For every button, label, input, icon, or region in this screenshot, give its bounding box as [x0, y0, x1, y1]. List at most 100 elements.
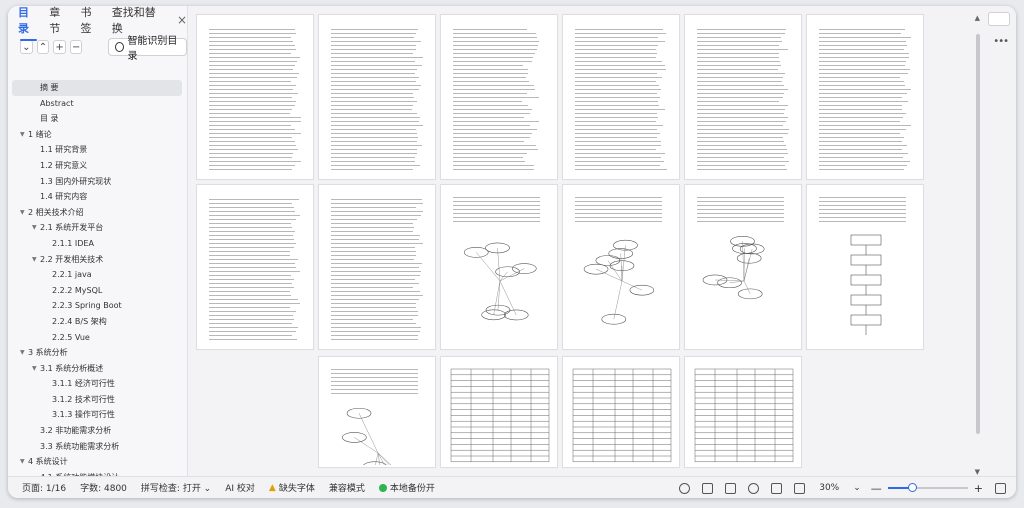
toc-item[interactable]: 2.2.1 java	[12, 267, 182, 283]
toc-item[interactable]: 2.2.4 B/S 架构	[12, 314, 182, 330]
spell-check-toggle[interactable]: 拼写检查: 打开 ⌄	[141, 481, 211, 494]
toc-item[interactable]: ▼ 3 系统分析	[12, 345, 182, 361]
toc-item[interactable]: ▼ 1 绪论	[12, 127, 182, 143]
web-view-icon[interactable]	[748, 482, 760, 494]
page-thumbnail[interactable]	[196, 14, 314, 180]
toc-item[interactable]: ▼ 3.1 系统分析概述	[12, 361, 182, 377]
toc-item[interactable]: 3.3 系统功能需求分析	[12, 439, 182, 455]
scroll-down-icon[interactable]: ▼	[975, 468, 980, 476]
zoom-dropdown-icon[interactable]: ⌄	[853, 483, 861, 493]
word-count[interactable]: 字数: 4800	[80, 481, 127, 494]
expand-caret-icon[interactable]: ▼	[20, 205, 28, 221]
expand-caret-icon[interactable]: ▼	[20, 454, 28, 470]
toc-item[interactable]: ▼ 2.1 系统开发平台	[12, 220, 182, 236]
toc-toolbar: ⌄ ⌃ + − 智能识别目录	[8, 34, 187, 62]
toc-item[interactable]: 2.1.1 IDEA	[12, 236, 182, 252]
toc-item-label: 2.2.5 Vue	[52, 332, 90, 342]
toc-item[interactable]: ▼ 4 系统设计	[12, 454, 182, 470]
page-diagram	[463, 242, 537, 321]
tab-chapters[interactable]: 章节	[49, 6, 70, 36]
page-thumbnail[interactable]	[684, 184, 802, 350]
collapse-all-button[interactable]: ⌄	[20, 40, 33, 54]
toc-item-label: 摘 要	[40, 83, 59, 92]
toc-item[interactable]: 目 录	[12, 111, 182, 127]
remove-heading-button[interactable]: −	[69, 40, 83, 54]
sidebar-tabs: 目录 章节 书签 查找和替换 ×	[8, 6, 187, 41]
more-options-icon[interactable]: •••	[993, 36, 1009, 47]
toc-item[interactable]: 1.2 研究意义	[12, 158, 182, 174]
fullscreen-icon[interactable]	[995, 482, 1006, 494]
vertical-scrollbar[interactable]	[976, 34, 980, 464]
zoom-in-button[interactable]: +	[974, 482, 983, 495]
toc-item-label: 3.2 非功能需求分析	[40, 426, 112, 436]
toc-item-label: 2.1.1 IDEA	[52, 238, 94, 248]
toc-item[interactable]: 摘 要	[12, 80, 182, 96]
toc-item[interactable]: 2.2.5 Vue	[12, 330, 182, 346]
scrollbar-thumb[interactable]	[976, 34, 980, 434]
expand-caret-icon[interactable]: ▼	[20, 127, 28, 143]
expand-caret-icon[interactable]: ▼	[32, 220, 40, 236]
page-view-icon[interactable]	[702, 482, 714, 494]
toc-item[interactable]: 2.2.3 Spring Boot	[12, 298, 182, 314]
page-thumbnail[interactable]	[318, 356, 436, 468]
ai-proofread-button[interactable]: AI 校对	[225, 481, 255, 494]
toc-item-label: 4 系统设计	[28, 457, 68, 467]
eye-protection-icon[interactable]	[679, 482, 691, 494]
toc-item[interactable]: 3.1.2 技术可行性	[12, 392, 182, 408]
zoom-level[interactable]: 30%	[819, 483, 839, 493]
page-thumbnail[interactable]	[806, 184, 924, 350]
page-thumbnail[interactable]	[318, 14, 436, 180]
toc-item[interactable]: 3.1.3 操作可行性	[12, 407, 182, 423]
expand-caret-icon[interactable]: ▼	[20, 345, 28, 361]
toc-item-label: 1 绪论	[28, 129, 52, 139]
toc-item[interactable]: 1.3 国内外研究现状	[12, 174, 182, 190]
page-thumbnail[interactable]	[684, 356, 802, 468]
fit-page-icon[interactable]	[794, 482, 806, 494]
page-thumbnail[interactable]	[318, 184, 436, 350]
backup-status[interactable]: 本地备份开	[378, 481, 435, 494]
expand-caret-icon[interactable]: ▼	[32, 252, 40, 268]
toc-item[interactable]: 2.2.2 MySQL	[12, 283, 182, 299]
expand-caret-icon[interactable]: ▼	[32, 361, 40, 377]
missing-font-button[interactable]: ▲ 缺失字体	[269, 481, 315, 495]
page-thumbnail[interactable]	[440, 356, 558, 468]
page-thumbnail[interactable]	[440, 184, 558, 350]
page-indicator[interactable]: 页面: 1/16	[22, 481, 66, 494]
toc-item[interactable]: ▼ 2 相关技术介绍	[12, 205, 182, 221]
page-thumbnail[interactable]	[562, 356, 680, 468]
toc-item[interactable]: 3.2 非功能需求分析	[12, 423, 182, 439]
toc-item[interactable]: Abstract	[12, 96, 182, 112]
outline-view-icon[interactable]	[725, 482, 737, 494]
view-controls: 30% ⌄ — +	[667, 477, 1006, 498]
ai-toc-button[interactable]: 智能识别目录	[108, 36, 187, 62]
tab-toc[interactable]: 目录	[18, 6, 39, 41]
toc-item-label: 2.2.1 java	[52, 270, 92, 280]
zoom-slider[interactable]	[887, 483, 968, 492]
page-diagram	[341, 407, 392, 465]
tab-find-replace[interactable]: 查找和替换	[112, 6, 165, 36]
page-thumbnail[interactable]	[440, 14, 558, 180]
page-thumbnail[interactable]	[684, 14, 802, 180]
zoom-slider-knob[interactable]	[907, 483, 917, 492]
page-diagram	[702, 235, 765, 300]
zoom-out-button[interactable]: —	[871, 482, 882, 495]
missing-font-label: 缺失字体	[278, 484, 315, 494]
navigation-sidebar: 目录 章节 书签 查找和替换 × ⌄ ⌃ + − 智能识别目录 摘 要 Abstr…	[8, 6, 188, 476]
toc-item[interactable]: 1.1 研究背景	[12, 142, 182, 158]
page-thumbnail-grid[interactable]	[192, 6, 982, 476]
toc-item[interactable]: 3.1.1 经济可行性	[12, 376, 182, 392]
page-thumbnail[interactable]	[562, 14, 680, 180]
page-thumbnail[interactable]	[562, 184, 680, 350]
page-thumbnail[interactable]	[196, 184, 314, 350]
toc-item[interactable]: 1.4 研究内容	[12, 189, 182, 205]
close-sidebar-icon[interactable]: ×	[177, 13, 187, 27]
add-heading-button[interactable]: +	[53, 40, 66, 54]
toc-item[interactable]: ▼ 2.2 开发相关技术	[12, 252, 182, 268]
panel-toggle-icon[interactable]	[988, 12, 1010, 26]
toc-item-label: 2.2.4 B/S 架构	[52, 316, 107, 326]
tab-bookmarks[interactable]: 书签	[81, 6, 102, 36]
scroll-up-icon[interactable]: ▲	[975, 14, 980, 22]
page-thumbnail[interactable]	[806, 14, 924, 180]
expand-all-button[interactable]: ⌃	[36, 40, 50, 54]
edit-view-icon[interactable]	[771, 482, 783, 494]
